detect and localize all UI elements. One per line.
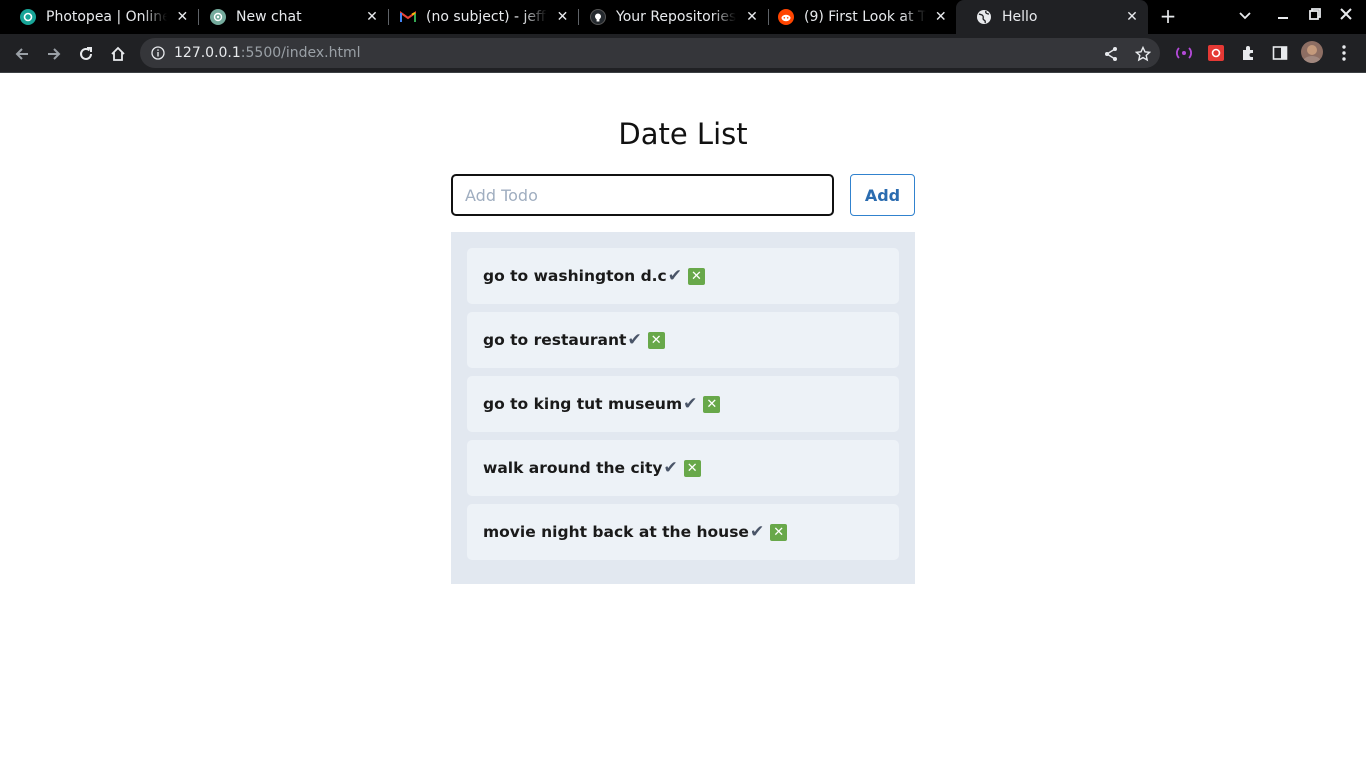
address-bar[interactable]: 127.0.0.1:5500/index.html <box>140 38 1160 68</box>
delete-x-icon[interactable]: ✕ <box>688 267 705 285</box>
extensions-puzzle-icon[interactable] <box>1239 44 1257 62</box>
tab-reddit[interactable]: (9) First Look at Th ✕ <box>758 0 956 34</box>
back-icon[interactable] <box>11 43 33 65</box>
tab-title: (no subject) - jeff.l <box>426 9 548 25</box>
todo-text: movie night back at the house <box>483 523 749 541</box>
list-item: go to washington d.c ✔ ✕ <box>467 248 899 304</box>
tab-new-chat[interactable]: New chat ✕ <box>190 0 388 34</box>
tab-title: Photopea | Online <box>46 9 167 25</box>
tab-close-icon[interactable]: ✕ <box>932 9 951 25</box>
list-item: walk around the city ✔ ✕ <box>467 440 899 496</box>
github-icon <box>590 9 606 25</box>
complete-check-icon[interactable]: ✔ <box>663 458 677 478</box>
delete-x-icon[interactable]: ✕ <box>647 331 665 349</box>
close-window-icon[interactable] <box>1334 6 1358 28</box>
bookmark-star-icon[interactable] <box>1134 45 1152 63</box>
browser-menu-icon[interactable] <box>1335 44 1353 62</box>
tab-gmail[interactable]: (no subject) - jeff.l ✕ <box>380 0 578 34</box>
reload-icon[interactable] <box>75 43 97 65</box>
page-title: Date List <box>618 117 748 151</box>
site-info-icon[interactable] <box>150 45 166 61</box>
profile-avatar[interactable] <box>1301 41 1323 63</box>
home-icon[interactable] <box>107 43 129 65</box>
add-button[interactable]: Add <box>850 174 915 216</box>
todo-text: go to king tut museum <box>483 395 683 413</box>
browser-toolbar: 127.0.0.1:5500/index.html <box>0 34 1366 73</box>
tab-title: (9) First Look at Th <box>804 9 926 25</box>
delete-x-icon[interactable]: ✕ <box>683 459 701 477</box>
url-path: :5500/index.html <box>240 45 361 61</box>
tab-title: New chat <box>236 9 302 25</box>
tab-photopea[interactable]: Photopea | Online ✕ <box>0 0 198 34</box>
tab-close-icon[interactable]: ✕ <box>1122 9 1142 25</box>
todo-list: go to washington d.c ✔ ✕ go to restaurant ✔… <box>451 232 915 584</box>
url-host: 127.0.0.1 <box>174 45 241 61</box>
tab-strip: Photopea | Online ✕ New chat ✕ (no subje… <box>0 0 1366 34</box>
todo-text: go to washington d.c <box>483 267 667 285</box>
tab-close-icon[interactable]: ✕ <box>362 9 382 25</box>
photopea-icon <box>20 9 36 25</box>
openai-icon <box>210 9 226 25</box>
delete-x-icon[interactable]: ✕ <box>770 523 788 541</box>
list-item: go to king tut museum ✔ ✕ <box>467 376 899 432</box>
list-item: go to restaurant ✔ ✕ <box>467 312 899 368</box>
new-tab-icon[interactable]: + <box>1157 5 1179 27</box>
tab-hello[interactable]: Hello ✕ <box>956 0 1148 34</box>
gmail-icon <box>400 9 416 25</box>
complete-check-icon[interactable]: ✔ <box>750 522 764 542</box>
complete-check-icon[interactable]: ✔ <box>668 266 682 286</box>
todo-text: walk around the city <box>483 459 663 477</box>
extension-red-icon[interactable] <box>1207 44 1225 62</box>
tab-search-icon[interactable] <box>1233 6 1257 28</box>
forward-icon[interactable] <box>43 43 65 65</box>
page-content: Date List Add go to washington d.c✔✕ go … <box>0 73 1366 768</box>
todo-text: go to restaurant <box>483 331 627 349</box>
minimize-icon[interactable] <box>1271 6 1295 28</box>
extension-radio-icon[interactable] <box>1175 44 1193 62</box>
complete-check-icon[interactable]: ✔ <box>627 330 641 350</box>
add-todo-input[interactable] <box>451 174 834 216</box>
tab-title: Your Repositories <box>616 9 737 25</box>
complete-check-icon[interactable]: ✔ <box>683 394 697 414</box>
reddit-icon <box>778 9 794 25</box>
delete-x-icon[interactable]: ✕ <box>703 395 721 413</box>
share-icon[interactable] <box>1102 45 1120 63</box>
tab-title: Hello <box>1002 9 1038 25</box>
restore-icon[interactable] <box>1303 6 1327 28</box>
side-panel-icon[interactable] <box>1271 44 1289 62</box>
globe-icon <box>976 9 992 25</box>
list-item: movie night back at the house ✔ ✕ <box>467 504 899 560</box>
tab-github[interactable]: Your Repositories ✕ <box>570 0 768 34</box>
